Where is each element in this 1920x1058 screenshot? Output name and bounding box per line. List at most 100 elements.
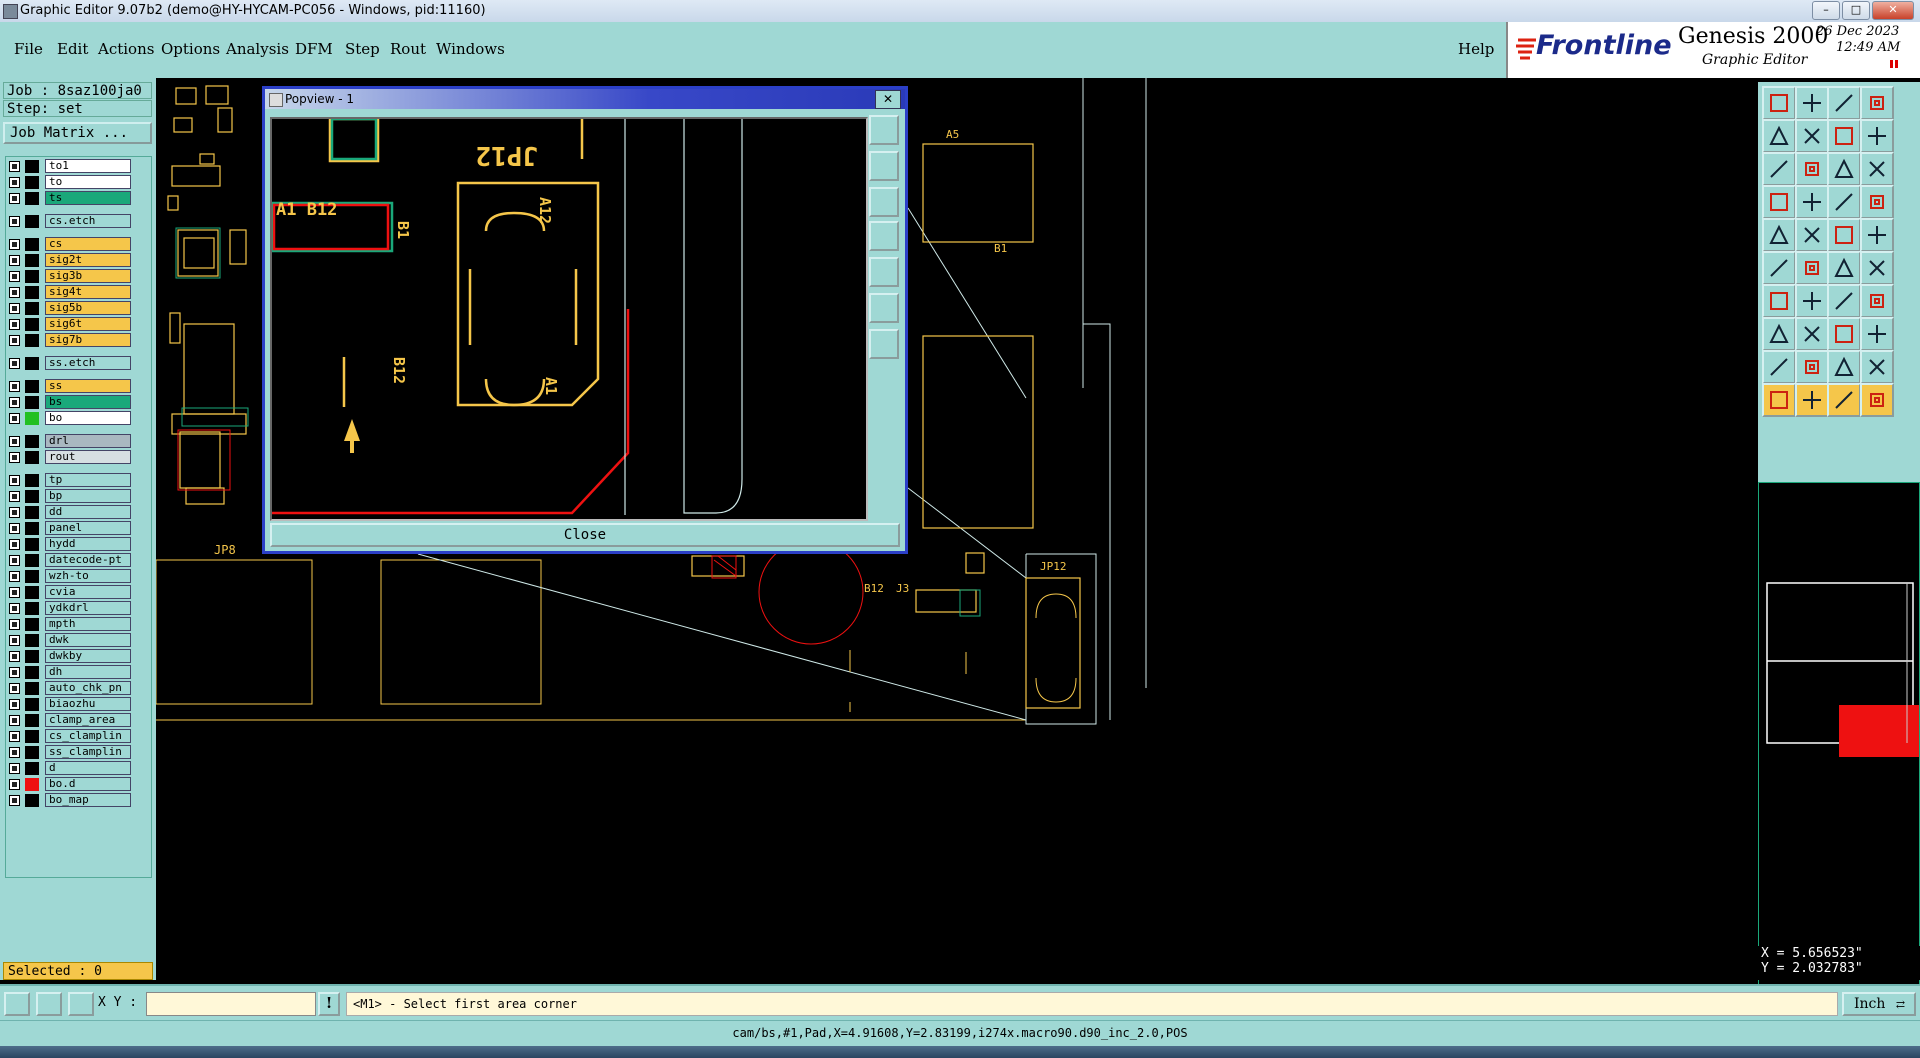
popview-pan-right-icon[interactable] [869, 257, 899, 287]
layer-swatch[interactable] [25, 778, 39, 791]
layer-name[interactable]: bo [45, 411, 131, 425]
layer-swatch[interactable] [25, 412, 39, 425]
popview-close-icon[interactable]: ✕ [875, 90, 901, 109]
layer-swatch[interactable] [25, 538, 39, 551]
layer-checkbox[interactable] [9, 763, 20, 774]
pad-icon[interactable] [1762, 218, 1796, 252]
layer-checkbox[interactable] [9, 287, 20, 298]
window-split-icon[interactable] [1859, 86, 1894, 120]
layer-checkbox[interactable] [9, 475, 20, 486]
layers-icon[interactable] [1827, 185, 1861, 219]
layer-checkbox[interactable] [9, 381, 20, 392]
layer-row-biaozhu[interactable]: biaozhu [9, 697, 131, 711]
record-icon[interactable] [1859, 218, 1894, 252]
layer-checkbox[interactable] [9, 587, 20, 598]
menu-options[interactable]: Options [161, 40, 220, 58]
layer-name[interactable]: hydd [45, 537, 131, 551]
layer-swatch[interactable] [25, 435, 39, 448]
layer-name[interactable]: ts [45, 191, 131, 205]
layer-row-ss-clamplin[interactable]: ss_clamplin [9, 745, 131, 759]
layer-checkbox[interactable] [9, 358, 20, 369]
popview-zoom-out-icon[interactable] [869, 293, 899, 323]
layer-checkbox[interactable] [9, 193, 20, 204]
layer-swatch[interactable] [25, 474, 39, 487]
layer-swatch[interactable] [25, 618, 39, 631]
triangle-edit-icon[interactable] [1827, 350, 1861, 384]
layer-swatch[interactable] [25, 380, 39, 393]
layer-row-cs-etch[interactable]: cs.etch [9, 214, 131, 228]
layer-swatch[interactable] [25, 357, 39, 370]
layer-swatch[interactable] [25, 522, 39, 535]
drill-icon[interactable] [1794, 185, 1829, 219]
layer-swatch[interactable] [25, 192, 39, 205]
menu-analysis[interactable]: Analysis [226, 40, 289, 58]
layer-row-cvia[interactable]: cvia [9, 585, 131, 599]
layer-name[interactable]: sig7b [45, 333, 131, 347]
layer-row-ydkdrl[interactable]: ydkdrl [9, 601, 131, 615]
layer-name[interactable]: rout [45, 450, 131, 464]
layer-checkbox[interactable] [9, 507, 20, 518]
layer-checkbox[interactable] [9, 635, 20, 646]
layer-row-dwkby[interactable]: dwkby [9, 649, 131, 663]
popview-pan-down-icon[interactable] [869, 187, 899, 217]
arc-icon[interactable] [1827, 284, 1861, 318]
triangle-icon[interactable] [1762, 350, 1796, 384]
layer-name[interactable]: ss.etch [45, 356, 131, 370]
scale-1-2-icon[interactable] [1827, 152, 1861, 186]
layer-swatch[interactable] [25, 602, 39, 615]
alert-icon[interactable]: ! [318, 992, 340, 1016]
mirror-icon[interactable] [1859, 284, 1894, 318]
layer-checkbox[interactable] [9, 651, 20, 662]
popview-pan-left-icon[interactable] [869, 221, 899, 251]
layer-checkbox[interactable] [9, 271, 20, 282]
layer-checkbox[interactable] [9, 667, 20, 678]
pointer-route-icon[interactable] [1859, 383, 1894, 417]
units-selector[interactable]: Inch ⇄ [1842, 992, 1916, 1016]
layer-swatch[interactable] [25, 451, 39, 464]
layer-checkbox[interactable] [9, 397, 20, 408]
layer-swatch[interactable] [25, 762, 39, 775]
layer-name[interactable]: mpth [45, 617, 131, 631]
layer-checkbox[interactable] [9, 216, 20, 227]
layer-swatch[interactable] [25, 490, 39, 503]
layer-name[interactable]: ss [45, 379, 131, 393]
layer-checkbox[interactable] [9, 335, 20, 346]
layer-row-cs[interactable]: cs [9, 237, 131, 251]
layer-swatch[interactable] [25, 746, 39, 759]
layer-swatch[interactable] [25, 318, 39, 331]
layer-name[interactable]: auto_chk_pn [45, 681, 131, 695]
layer-row-sig3b[interactable]: sig3b [9, 269, 131, 283]
layer-swatch[interactable] [25, 506, 39, 519]
layer-name[interactable]: dh [45, 665, 131, 679]
layer-name[interactable]: bs [45, 395, 131, 409]
layer-swatch[interactable] [25, 714, 39, 727]
zoom-home-icon[interactable] [1794, 152, 1829, 186]
layer-row-wzh-to[interactable]: wzh-to [9, 569, 131, 583]
layer-row-bo-map[interactable]: bo_map [9, 793, 131, 807]
layer-checkbox[interactable] [9, 319, 20, 330]
layer-row-bp[interactable]: bp [9, 489, 131, 503]
layer-checkbox[interactable] [9, 603, 20, 614]
layer-swatch[interactable] [25, 334, 39, 347]
layer-name[interactable]: bo_map [45, 793, 131, 807]
layer-name[interactable]: sig3b [45, 269, 131, 283]
triangle-move-icon[interactable] [1859, 350, 1894, 384]
pan-icon[interactable] [1827, 119, 1861, 153]
overview-panel[interactable] [1758, 482, 1920, 1020]
layer-row-cs-clamplin[interactable]: cs_clamplin [9, 729, 131, 743]
layer-checkbox[interactable] [9, 303, 20, 314]
layer-name[interactable]: ss_clamplin [45, 745, 131, 759]
job-matrix-button[interactable]: Job Matrix ... [3, 122, 152, 144]
layer-row-hydd[interactable]: hydd [9, 537, 131, 551]
pad-add-icon[interactable] [1762, 317, 1796, 351]
layer-checkbox[interactable] [9, 699, 20, 710]
layer-checkbox[interactable] [9, 555, 20, 566]
line-select-icon[interactable] [1794, 284, 1829, 318]
layer-swatch[interactable] [25, 698, 39, 711]
layer-name[interactable]: cs [45, 237, 131, 251]
menu-rout[interactable]: Rout [390, 40, 426, 58]
layer-swatch[interactable] [25, 570, 39, 583]
layer-row-datecode-pt[interactable]: datecode-pt [9, 553, 131, 567]
layer-row-ts[interactable]: ts [9, 191, 131, 205]
layer-swatch[interactable] [25, 634, 39, 647]
